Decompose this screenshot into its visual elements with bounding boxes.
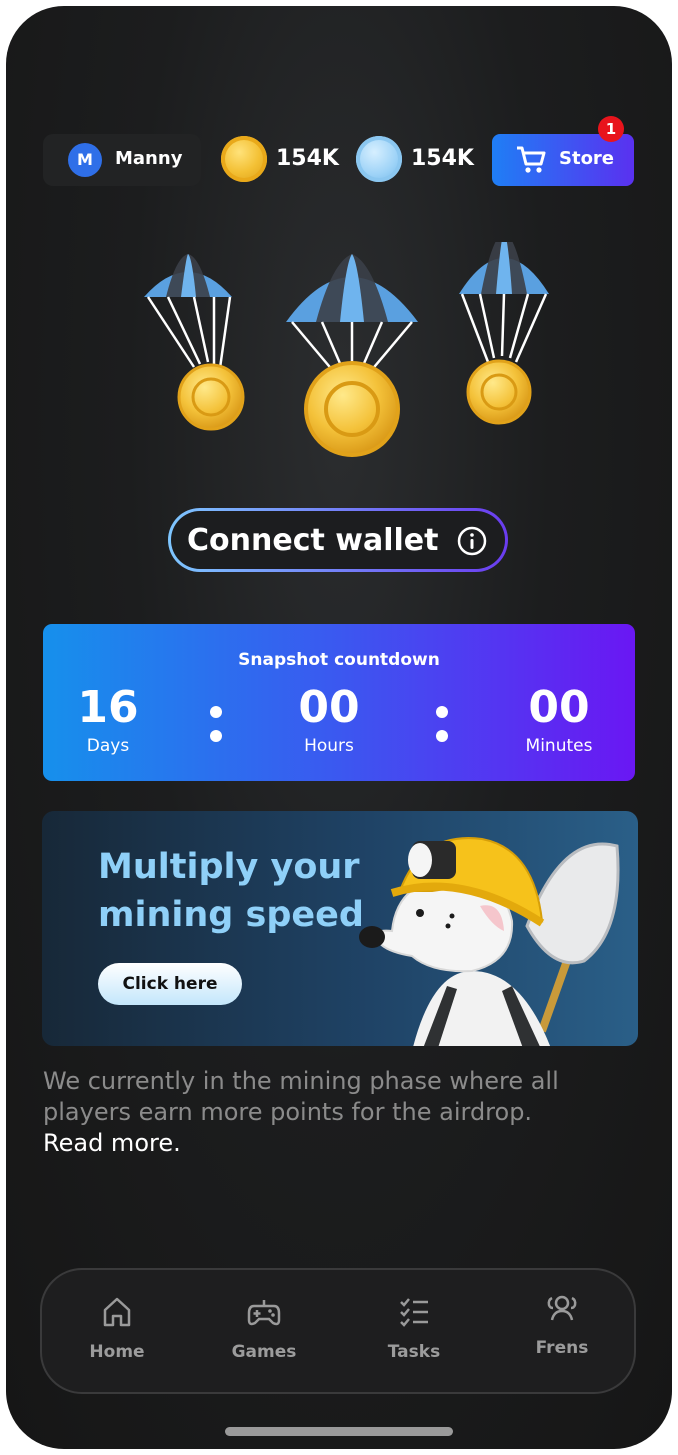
separator-dot — [436, 706, 448, 718]
gold-coin-icon — [221, 136, 267, 182]
separator-dot — [210, 706, 222, 718]
store-label: Store — [559, 148, 615, 169]
nav-item-games[interactable]: Games — [209, 1296, 319, 1362]
store-button[interactable]: Store 1 — [492, 116, 634, 186]
friends-icon — [547, 1295, 577, 1321]
separator-dot — [436, 730, 448, 742]
nav-item-tasks[interactable]: Tasks — [359, 1296, 469, 1362]
nav-label-games: Games — [231, 1342, 297, 1362]
nav-label-home: Home — [89, 1342, 145, 1362]
countdown-hours: 00 — [298, 682, 360, 733]
connect-wallet-label: Connect wallet — [187, 523, 439, 558]
snapshot-countdown: Snapshot countdown 16 Days 00 Hours 00 M… — [43, 624, 635, 781]
phone-screen: M Manny 154K 154K Store 1 Connect wallet… — [6, 6, 672, 1449]
user-name: Manny — [115, 148, 183, 169]
user-chip[interactable]: M Manny — [43, 134, 201, 186]
countdown-minutes: 00 — [528, 682, 590, 733]
read-more-link[interactable]: Read more. — [43, 1129, 181, 1157]
blue-balance: 154K — [411, 146, 474, 171]
gold-balance: 154K — [276, 146, 339, 171]
countdown-hours-label: Hours — [304, 736, 354, 756]
info-icon[interactable] — [457, 526, 487, 556]
miner-dog-icon — [359, 837, 620, 1046]
description: We currently in the mining phase where a… — [43, 1066, 583, 1159]
bottom-nav: Home Games Tasks Frens — [40, 1268, 636, 1394]
nav-item-home[interactable]: Home — [62, 1296, 172, 1362]
promo-banner[interactable]: Multiply your mining speed Click here — [42, 811, 638, 1046]
parachute-coins-icon — [144, 242, 549, 457]
connect-wallet-inner: Connect wallet — [171, 511, 505, 569]
tasks-icon — [400, 1298, 428, 1327]
avatar: M — [68, 143, 102, 177]
cart-icon — [517, 146, 546, 173]
countdown-minutes-label: Minutes — [525, 736, 593, 756]
click-here-button[interactable]: Click here — [98, 963, 242, 1005]
countdown-title: Snapshot countdown — [238, 650, 440, 670]
nav-label-tasks: Tasks — [387, 1342, 441, 1362]
countdown-days-label: Days — [86, 736, 130, 756]
home-indicator[interactable] — [225, 1427, 453, 1436]
separator-dot — [210, 730, 222, 742]
nav-label-frens: Frens — [535, 1338, 589, 1358]
nav-item-frens[interactable]: Frens — [507, 1292, 617, 1358]
countdown-days: 16 — [77, 682, 139, 733]
gamepad-icon — [247, 1300, 281, 1326]
home-icon — [103, 1297, 131, 1327]
description-text: We currently in the mining phase where a… — [43, 1067, 559, 1126]
store-badge: 1 — [598, 116, 624, 142]
connect-wallet-button[interactable]: Connect wallet — [168, 508, 508, 572]
blue-coin-icon — [356, 136, 402, 182]
